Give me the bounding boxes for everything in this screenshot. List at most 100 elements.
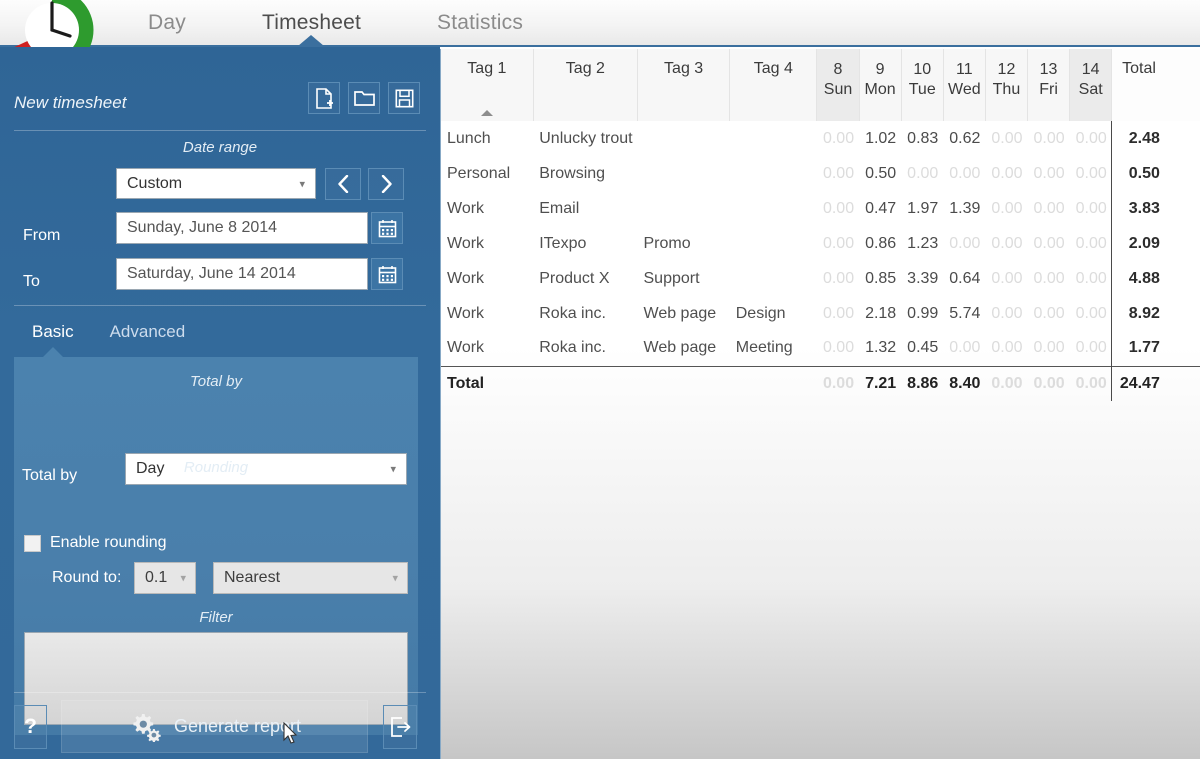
table-row[interactable]: Work ITexpo Promo 0.00 0.86 1.23 0.00 0.00 0.00 0… [441, 226, 1200, 261]
cell-tag-2: Unlucky trout [539, 129, 633, 147]
chevron-down-icon: ▾ [392, 572, 398, 585]
nav-tab-timesheet[interactable]: Timesheet [224, 0, 399, 45]
day-name: Thu [992, 81, 1021, 98]
cell-tag-4 [730, 226, 817, 261]
column-header-day-9[interactable]: 9 Mon [859, 49, 902, 121]
sidebar-panel: New timesheet Date range Custom ▾ From S… [0, 47, 440, 759]
cell-value-day-8: 0.00 [822, 234, 855, 252]
save-button[interactable] [388, 82, 420, 114]
cell-tag-1: Work [447, 234, 485, 252]
to-date-input[interactable]: Saturday, June 14 2014 [116, 258, 368, 290]
day-name: Fri [1039, 81, 1058, 98]
day-name: Tue [908, 81, 936, 98]
cell-value-day-9: 0.86 [865, 234, 897, 252]
enable-rounding-label: Enable rounding [50, 534, 167, 551]
settings-tab-basic[interactable]: Basic [14, 317, 92, 347]
cell-tag-3: Promo [643, 234, 691, 252]
cell-value-day-10: 1.97 [907, 199, 939, 217]
filter-section-label: Filter [199, 609, 233, 626]
cell-tag-2: Browsing [539, 164, 606, 182]
help-label: ? [24, 715, 37, 738]
to-date-value: Saturday, June 14 2014 [127, 265, 296, 282]
app-window: Day Timesheet Statistics New timesheet D… [0, 0, 1200, 759]
checkbox-box [24, 534, 41, 552]
cell-row-total: 8.92 [1111, 296, 1166, 331]
cell-value-day-8: 0.00 [822, 164, 855, 182]
nav-tab-list: Day Timesheet Statistics [110, 0, 561, 45]
date-range-preset-select[interactable]: Custom ▾ [116, 168, 316, 199]
cell-filler [1166, 156, 1200, 191]
column-header-tag-2[interactable]: Tag 2 [533, 49, 639, 121]
table-row[interactable]: Work Roka inc. Web page Meeting 0.00 1.32 0.45… [441, 331, 1200, 366]
round-amount-select[interactable]: 0.1 ▾ [134, 562, 196, 594]
nav-tab-statistics[interactable]: Statistics [399, 0, 561, 45]
column-header-tag-4[interactable]: Tag 4 [729, 49, 818, 121]
column-header-day-14[interactable]: 14 Sat [1069, 49, 1113, 121]
round-amount-value: 0.1 [145, 569, 168, 586]
new-document-button[interactable] [308, 82, 340, 114]
cell-tag-4: Meeting [735, 339, 793, 357]
chevron-down-icon: ▾ [180, 572, 186, 585]
save-floppy-icon [394, 88, 413, 107]
gears-icon [133, 713, 161, 742]
column-header-tag-3[interactable]: Tag 3 [637, 49, 731, 121]
cell-tag-4 [730, 121, 817, 156]
cell-value-day-11: 1.39 [949, 199, 981, 217]
column-header-day-11[interactable]: 11 Wed [943, 49, 986, 121]
table-row[interactable]: Personal Browsing 0.00 0.50 0.00 0.00 0.00 0.00… [441, 156, 1200, 191]
cell-tag-4 [730, 261, 817, 296]
cell-row-total: 0.50 [1111, 156, 1166, 191]
generate-report-label: Generate report [173, 716, 302, 736]
cell-value-day-11: 0.62 [949, 129, 981, 147]
cell-value-day-13: 0.00 [1033, 304, 1065, 322]
nav-tab-day[interactable]: Day [110, 0, 224, 45]
column-header-day-12[interactable]: 12 Thu [985, 49, 1029, 121]
next-range-button[interactable] [368, 168, 404, 200]
cell-value-day-13: 0.00 [1033, 234, 1065, 252]
day-name: Wed [948, 81, 981, 98]
exit-button[interactable] [383, 705, 417, 749]
day-name: Sat [1078, 81, 1103, 98]
timesheet-header-row: New timesheet [14, 82, 420, 124]
cell-value-day-8: 0.00 [822, 339, 855, 357]
cell-value-day-13: 0.00 [1033, 269, 1065, 287]
total-value-day-10: 8.86 [901, 365, 944, 401]
cell-tag-1: Work [447, 339, 485, 357]
calendar-icon [378, 219, 396, 237]
cell-value-day-14: 0.00 [1075, 339, 1107, 357]
column-header-day-13[interactable]: 13 Fri [1027, 49, 1071, 121]
table-row[interactable]: Work Product X Support 0.00 0.85 3.39 0.64 0.00… [441, 261, 1200, 296]
column-header-tag-1[interactable]: Tag 1 [441, 49, 534, 121]
timesheet-actions [308, 82, 420, 114]
column-header-day-8[interactable]: 8 Sun [816, 49, 860, 121]
from-calendar-button[interactable] [371, 212, 403, 244]
table-row[interactable]: Lunch Unlucky trout 0.00 1.02 0.83 0.62 0.00 0.… [441, 121, 1200, 156]
table-row[interactable]: Work Email 0.00 0.47 1.97 1.39 0.00 0.00 0.00 3.8… [441, 191, 1200, 226]
from-label: From [23, 227, 61, 244]
column-header-day-10[interactable]: 10 Tue [901, 49, 944, 121]
generate-report-button[interactable]: Generate report [61, 700, 368, 753]
round-mode-value: Nearest [224, 569, 281, 586]
total-value-day-14: 0.00 [1069, 365, 1112, 401]
settings-tab-advanced[interactable]: Advanced [92, 317, 204, 347]
cell-value-day-13: 0.00 [1033, 129, 1065, 147]
settings-tab-list: Basic Advanced [14, 317, 203, 347]
prev-range-button[interactable] [325, 168, 361, 200]
cell-value-day-10: 0.99 [907, 304, 939, 322]
round-mode-select[interactable]: Nearest ▾ [213, 562, 408, 594]
column-header-total[interactable]: Total [1111, 49, 1166, 121]
cell-value-day-8: 0.00 [822, 129, 855, 147]
cell-value-day-14: 0.00 [1075, 304, 1107, 322]
to-calendar-button[interactable] [371, 258, 403, 290]
enable-rounding-checkbox[interactable]: Enable rounding [24, 534, 167, 552]
open-folder-button[interactable] [348, 82, 380, 114]
cell-value-day-9: 0.50 [865, 164, 897, 182]
cell-value-day-13: 0.00 [1033, 339, 1065, 357]
cell-tag-1: Lunch [447, 129, 491, 147]
table-row[interactable]: Work Roka inc. Web page Design 0.00 2.18 0.99 5… [441, 296, 1200, 331]
rounding-section-label: Rounding [183, 459, 249, 476]
from-date-input[interactable]: Sunday, June 8 2014 [116, 212, 368, 244]
help-button[interactable]: ? [14, 705, 47, 749]
to-label: To [23, 273, 40, 290]
cell-filler [1165, 365, 1200, 401]
